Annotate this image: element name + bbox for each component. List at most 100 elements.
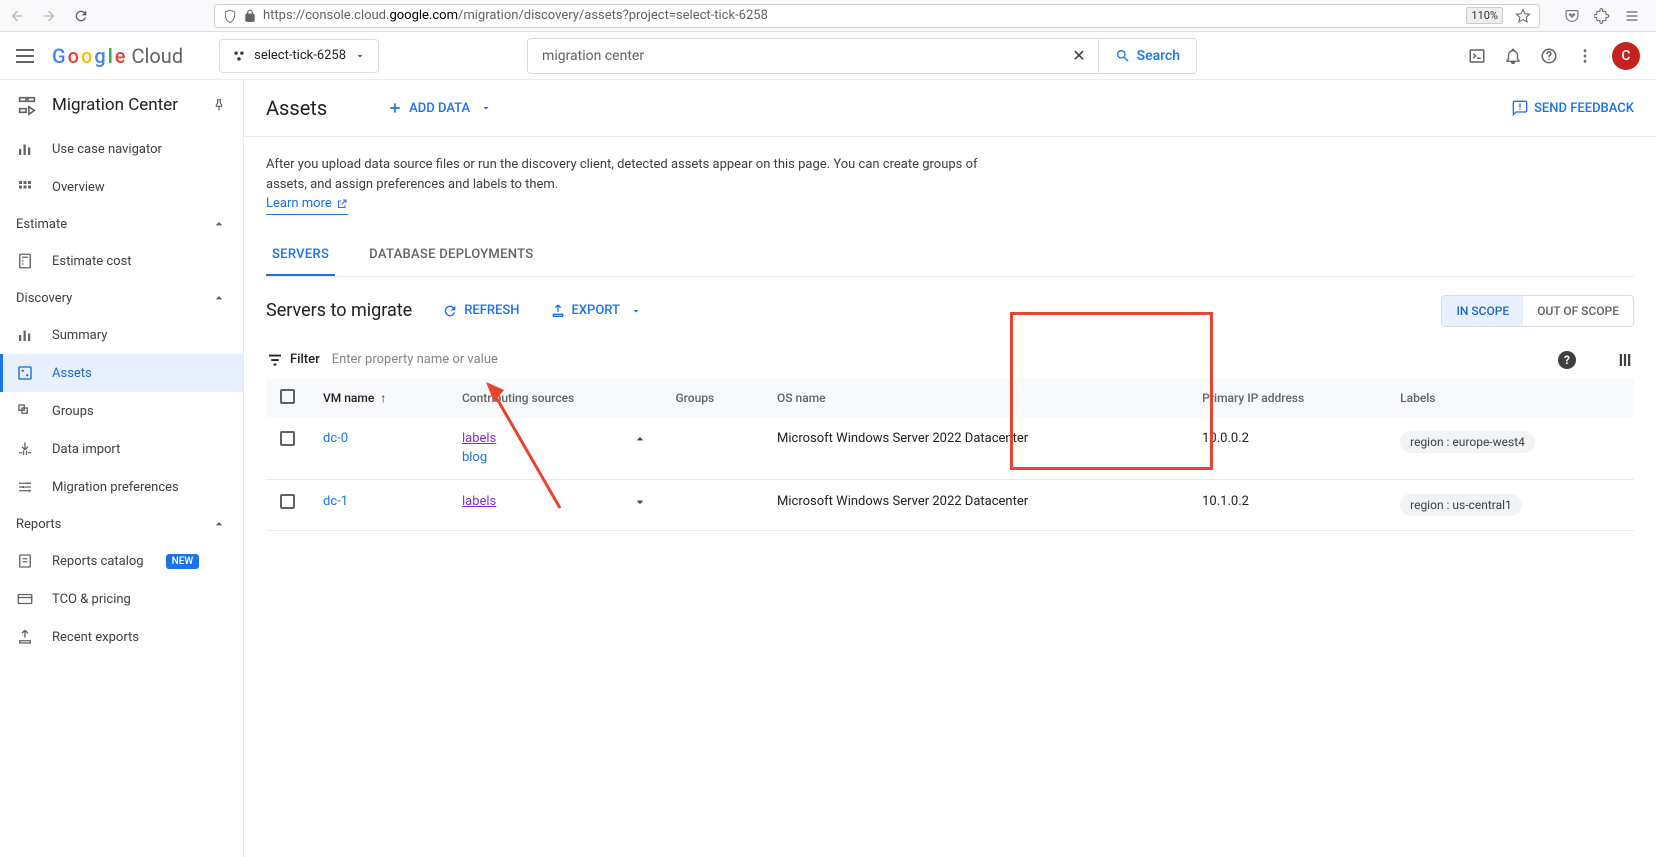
vm-link[interactable]: dc-1 [323, 494, 348, 509]
filter-row: Filter Enter property name or value ? [244, 341, 1656, 379]
sidebar-item-label: TCO & pricing [52, 592, 131, 607]
sidebar-item-label: Reports catalog [52, 554, 144, 569]
refresh-button[interactable]: REFRESH [442, 303, 519, 319]
page-header: Assets ADD DATA SEND FEEDBACK [244, 80, 1656, 137]
browser-menu-icon[interactable] [1624, 8, 1640, 24]
cloud-shell-icon[interactable] [1468, 47, 1486, 65]
sidebar-item-label: Groups [52, 404, 94, 419]
tab-database-deployments[interactable]: DATABASE DEPLOYMENTS [363, 235, 539, 276]
collapse-icon[interactable] [632, 431, 648, 447]
sub-title: Servers to migrate [266, 300, 412, 321]
learn-more-link[interactable]: Learn more [266, 194, 348, 215]
sidebar-section-discovery[interactable]: Discovery [0, 280, 243, 316]
feedback-icon [1512, 100, 1528, 116]
browser-chrome: https://console.cloud.google.com/migrati… [0, 0, 1656, 32]
out-of-scope-button[interactable]: OUT OF SCOPE [1523, 296, 1633, 326]
columns-icon[interactable] [1616, 351, 1634, 369]
sub-header: Servers to migrate REFRESH EXPORT IN SCO… [244, 277, 1656, 341]
send-feedback-button[interactable]: SEND FEEDBACK [1512, 100, 1634, 116]
ip-cell: 10.0.0.2 [1188, 417, 1386, 480]
lock-icon [243, 9, 257, 23]
source-link[interactable]: labels [462, 431, 496, 446]
sidebar-section-reports[interactable]: Reports [0, 506, 243, 542]
shield-icon [223, 9, 237, 23]
label-chip: region : europe-west4 [1400, 431, 1535, 453]
chevron-up-icon [211, 290, 227, 306]
page-title: Assets [266, 96, 327, 120]
table-row: dc-0 labels blog Microsoft Windows Serve… [266, 417, 1634, 480]
row-checkbox[interactable] [280, 431, 295, 446]
expand-icon[interactable] [632, 494, 648, 510]
search-button[interactable]: Search [1098, 39, 1196, 73]
chevron-down-icon [480, 102, 492, 114]
sidebar-item-label: Overview [52, 180, 105, 195]
search-bar: migration center ✕ Search [527, 38, 1197, 74]
project-name: select-tick-6258 [254, 48, 346, 63]
reload-icon[interactable] [72, 7, 90, 25]
col-labels[interactable]: Labels [1386, 379, 1634, 417]
extensions-icon[interactable] [1594, 8, 1610, 24]
migration-center-icon [16, 94, 38, 116]
tabs: SERVERS DATABASE DEPLOYMENTS [266, 235, 1634, 277]
clear-icon[interactable]: ✕ [1060, 46, 1097, 65]
sidebar-item-tco-pricing[interactable]: TCO & pricing [0, 580, 243, 618]
sidebar-item-summary[interactable]: Summary [0, 316, 243, 354]
sidebar-item-use-case-navigator[interactable]: Use case navigator [0, 130, 243, 168]
pocket-icon[interactable] [1564, 8, 1580, 24]
zoom-badge[interactable]: 110% [1466, 7, 1503, 24]
row-checkbox[interactable] [280, 494, 295, 509]
url-bar[interactable]: https://console.cloud.google.com/migrati… [214, 4, 1540, 28]
col-vm-name[interactable]: VM name↑ [309, 379, 448, 417]
col-sources[interactable]: Contributing sources [448, 379, 662, 417]
col-os[interactable]: OS name [763, 379, 1188, 417]
pin-icon[interactable] [211, 97, 227, 113]
source-link[interactable]: blog [462, 450, 648, 465]
main-content: Assets ADD DATA SEND FEEDBACK After you … [244, 80, 1656, 857]
sidebar-item-label: Use case navigator [52, 142, 162, 157]
notifications-icon[interactable] [1504, 47, 1522, 65]
select-all-checkbox[interactable] [280, 389, 295, 404]
filter-help-icon[interactable]: ? [1558, 351, 1576, 369]
tab-servers[interactable]: SERVERS [266, 235, 335, 276]
groups-icon [16, 402, 34, 420]
export-button[interactable]: EXPORT [550, 303, 642, 319]
add-data-button[interactable]: ADD DATA [387, 100, 492, 116]
google-cloud-logo[interactable]: Google Cloud [52, 44, 183, 68]
forward-icon[interactable] [40, 7, 58, 25]
new-badge: NEW [166, 554, 200, 569]
sidebar-item-label: Estimate cost [52, 254, 132, 269]
in-scope-button[interactable]: IN SCOPE [1442, 296, 1523, 326]
upload-icon [550, 303, 566, 319]
sidebar-section-estimate[interactable]: Estimate [0, 206, 243, 242]
col-ip[interactable]: Primary IP address [1188, 379, 1386, 417]
sidebar-item-overview[interactable]: Overview [0, 168, 243, 206]
help-icon[interactable] [1540, 47, 1558, 65]
vm-link[interactable]: dc-0 [323, 431, 348, 446]
sidebar-item-groups[interactable]: Groups [0, 392, 243, 430]
chevron-up-icon [211, 216, 227, 232]
sidebar-item-recent-exports[interactable]: Recent exports [0, 618, 243, 656]
sidebar-item-assets[interactable]: Assets [0, 354, 243, 392]
sidebar-item-estimate-cost[interactable]: Estimate cost [0, 242, 243, 280]
sidebar-item-label: Data import [52, 442, 120, 457]
sidebar-item-data-import[interactable]: Data import [0, 430, 243, 468]
calculator-icon [16, 252, 34, 270]
sidebar-item-label: Summary [52, 328, 107, 343]
label-chip: region : us-central1 [1400, 494, 1522, 516]
settings-icon [16, 478, 34, 496]
sidebar-item-migration-preferences[interactable]: Migration preferences [0, 468, 243, 506]
bookmark-star-icon[interactable] [1515, 8, 1531, 24]
chevron-up-icon [211, 516, 227, 532]
back-icon[interactable] [8, 7, 26, 25]
menu-icon[interactable] [16, 49, 34, 63]
project-selector[interactable]: select-tick-6258 [219, 39, 379, 73]
avatar[interactable]: C [1612, 42, 1640, 70]
search-input[interactable]: migration center [528, 48, 1060, 64]
sidebar-item-reports-catalog[interactable]: Reports catalog NEW [0, 542, 243, 580]
filter-input[interactable]: Enter property name or value [332, 352, 498, 367]
source-link[interactable]: labels [462, 494, 496, 509]
catalog-icon [16, 552, 34, 570]
col-groups[interactable]: Groups [662, 379, 764, 417]
more-vert-icon[interactable] [1576, 47, 1594, 65]
export-icon [16, 628, 34, 646]
